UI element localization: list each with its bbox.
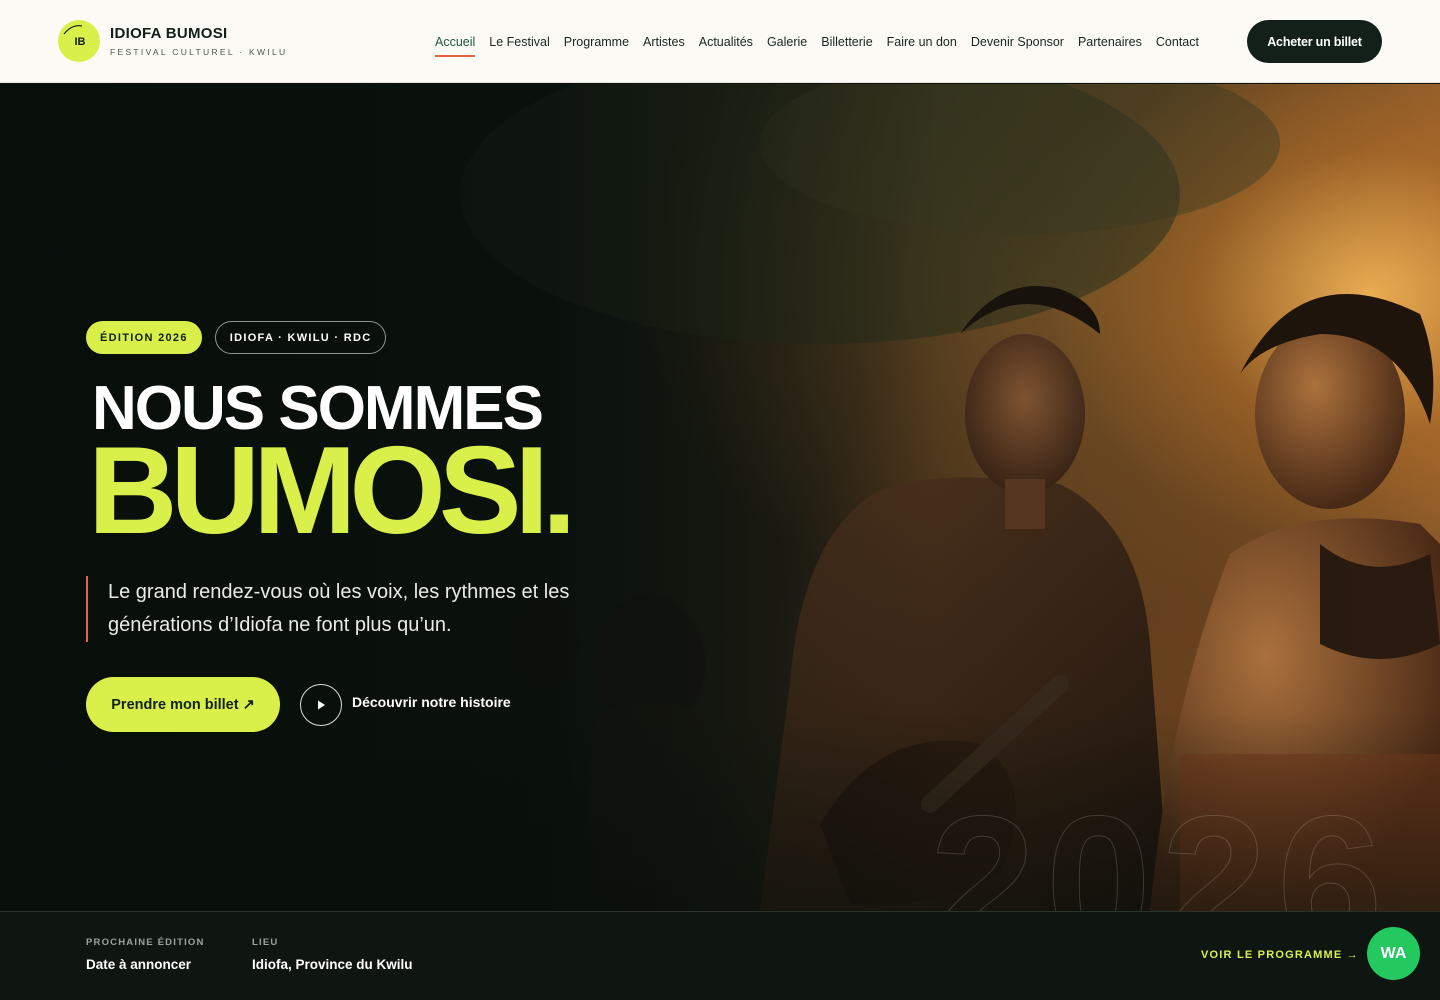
buy-ticket-button[interactable]: Acheter un billet <box>1247 20 1382 63</box>
nav-item-partenaires[interactable]: Partenaires <box>1071 0 1149 83</box>
whatsapp-button[interactable]: WA <box>1367 927 1420 980</box>
venue-value: Idiofa, Province du Kwilu <box>252 957 413 972</box>
play-triangle-icon <box>318 700 325 710</box>
view-program-link[interactable]: VOIR LE PROGRAMME → <box>1201 949 1359 961</box>
nav-item-accueil[interactable]: Accueil <box>428 0 482 83</box>
main-nav: Accueil Le Festival Programme Artistes A… <box>428 0 1206 83</box>
venue-block: LIEU Idiofa, Province du Kwilu <box>252 937 413 972</box>
discover-story-link[interactable]: Découvrir notre histoire <box>352 694 511 710</box>
nav-item-programme[interactable]: Programme <box>557 0 636 83</box>
location-badge: IDIOFA · KWILU · RDC <box>214 321 387 354</box>
nav-item-artistes[interactable]: Artistes <box>636 0 692 83</box>
edition-badge: ÉDITION 2026 <box>86 321 202 354</box>
site-header: IB IDIOFA BUMOSI FESTIVAL CULTUREL · KWI… <box>0 0 1440 83</box>
brand[interactable]: IB IDIOFA BUMOSI FESTIVAL CULTUREL · KWI… <box>58 20 287 62</box>
brand-name: IDIOFA BUMOSI <box>110 25 228 42</box>
brand-subtitle: FESTIVAL CULTUREL · KWILU <box>110 47 288 57</box>
nav-item-actualites[interactable]: Actualités <box>692 0 760 83</box>
info-bar: PROCHAINE ÉDITION Date à annoncer LIEU I… <box>0 911 1440 1000</box>
nav-item-contact[interactable]: Contact <box>1149 0 1206 83</box>
logo-icon: IB <box>58 20 100 62</box>
play-icon[interactable] <box>300 684 342 726</box>
nav-item-faire-un-don[interactable]: Faire un don <box>880 0 964 83</box>
next-edition-value: Date à annoncer <box>86 957 192 972</box>
nav-item-devenir-sponsor[interactable]: Devenir Sponsor <box>964 0 1071 83</box>
get-ticket-button[interactable]: Prendre mon billet ↗ <box>86 677 280 732</box>
next-edition-label: PROCHAINE ÉDITION <box>86 937 205 948</box>
year-watermark: 2026 <box>930 777 1393 912</box>
next-edition-block: PROCHAINE ÉDITION Date à annoncer <box>86 937 205 972</box>
nav-item-galerie[interactable]: Galerie <box>760 0 814 83</box>
nav-item-le-festival[interactable]: Le Festival <box>482 0 556 83</box>
logo-text: IB <box>74 36 86 48</box>
venue-label: LIEU <box>252 937 279 948</box>
brand-text: IDIOFA BUMOSI FESTIVAL CULTUREL · KWILU <box>110 25 287 57</box>
nav-item-billetterie[interactable]: Billetterie <box>814 0 879 83</box>
hero-badges: ÉDITION 2026 IDIOFA · KWILU · RDC <box>86 321 387 354</box>
hero-tagline: Le grand rendez-vous où les voix, les ry… <box>86 576 646 642</box>
hero-title-line2: BUMOSI. <box>88 422 576 560</box>
